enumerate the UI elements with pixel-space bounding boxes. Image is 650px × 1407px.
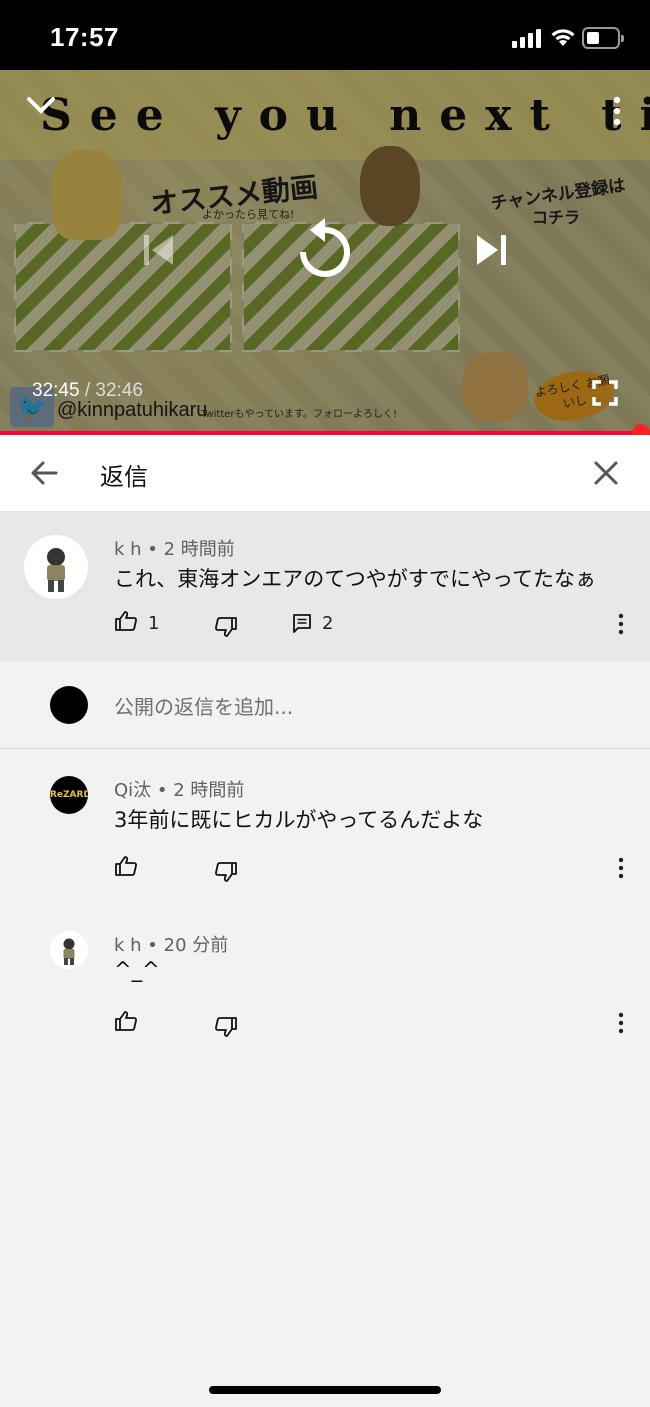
like-icon[interactable] [114, 1009, 138, 1033]
next-video-icon[interactable] [474, 234, 508, 266]
comment-text: ^_^ [114, 958, 160, 982]
dislike-icon[interactable] [214, 1015, 238, 1039]
avatar[interactable]: ReZARD [50, 776, 88, 814]
comment-text: これ、東海オンエアのてつやがすでにやってたなぁ [114, 567, 596, 591]
battery-icon [582, 27, 624, 49]
cellular-signal-icon [512, 28, 542, 48]
add-reply-input[interactable]: 公開の返信を追加... [114, 691, 293, 720]
avatar[interactable] [50, 931, 88, 969]
comment-author[interactable]: k h [114, 935, 142, 956]
status-bar: 17:57 [0, 0, 650, 70]
fullscreen-icon[interactable] [592, 380, 618, 406]
comment-age: 2 時間前 [173, 780, 245, 801]
comment-more-vert-icon[interactable] [617, 857, 625, 879]
dislike-icon[interactable] [214, 860, 238, 884]
comment-meta: Qi汰 • 2 時間前 [114, 780, 245, 801]
time-display: 32:45 / 32:46 [32, 380, 143, 402]
comment-meta: k h • 2 時間前 [114, 539, 235, 560]
replies-title: 返信 [100, 463, 148, 491]
video-duration: 32:46 [95, 380, 143, 401]
current-time: 32:45 [32, 380, 80, 401]
wifi-icon [551, 29, 575, 46]
comment-age: 2 時間前 [163, 539, 235, 560]
like-count: 1 [148, 613, 160, 634]
reply-count: 2 [322, 613, 334, 634]
comment-more-vert-icon[interactable] [617, 613, 625, 635]
back-arrow-icon[interactable] [28, 457, 60, 489]
status-time: 17:57 [50, 22, 119, 52]
like-icon[interactable] [114, 609, 138, 633]
parent-comment: k h • 2 時間前 これ、東海オンエアのてつやがすでにやってたなぁ 1 2 [0, 511, 650, 661]
comment-author[interactable]: k h [114, 539, 142, 560]
replies-header: 返信 [0, 435, 650, 511]
time-separator: / [79, 380, 96, 401]
player-more-vert-icon[interactable] [612, 96, 622, 126]
add-reply-row[interactable]: 公開の返信を追加... [0, 661, 650, 749]
home-indicator[interactable] [209, 1386, 441, 1394]
close-icon[interactable] [592, 459, 620, 487]
like-icon[interactable] [114, 854, 138, 878]
comment-meta: k h • 20 分前 [114, 935, 229, 956]
reply-comment-icon[interactable] [292, 613, 312, 635]
minimize-chevron-down-icon[interactable] [26, 94, 56, 116]
dislike-icon[interactable] [214, 615, 238, 639]
video-player[interactable]: See you next time! オススメ動画 よかったら見てね! チャンネ… [0, 70, 650, 434]
comment-more-vert-icon[interactable] [617, 1012, 625, 1034]
avatar[interactable] [24, 535, 88, 599]
current-user-avatar [50, 686, 88, 724]
comment-age: 20 分前 [163, 935, 229, 956]
previous-video-icon[interactable] [142, 234, 176, 266]
comment-text: 3年前に既にヒカルがやってるんだよな [114, 808, 484, 832]
comment-author[interactable]: Qi汰 [114, 780, 151, 801]
replay-icon[interactable] [294, 216, 356, 282]
